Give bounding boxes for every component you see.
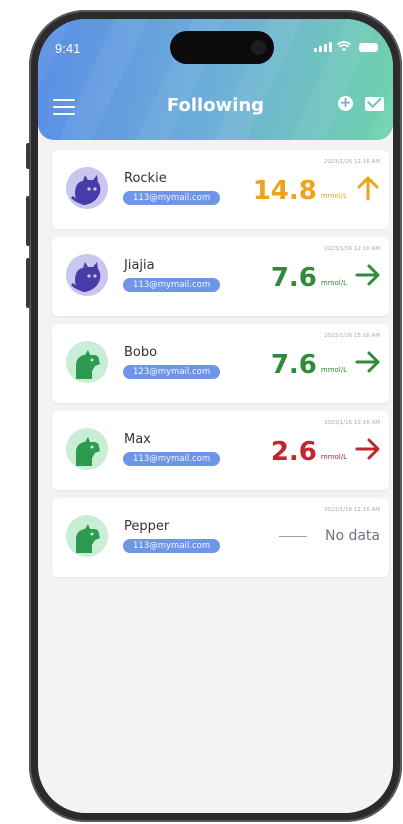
follower-name: Pepper (124, 519, 170, 534)
reading-timestamp: 2023/1/16 12:16 AM (323, 246, 380, 252)
follower-card[interactable]: Jiajia 113@mymail.com 2023/1/16 12:16 AM 7.… (52, 237, 389, 316)
glucose-value: 7.6 (270, 350, 317, 380)
email-badge: 123@mymail.com (123, 365, 221, 379)
camera-icon (251, 40, 266, 55)
status-time: 9:41 (55, 41, 81, 56)
no-data-label: No data (324, 528, 380, 544)
signal-icon (314, 42, 332, 52)
dynamic-island (170, 31, 274, 64)
dog-avatar-icon (66, 515, 108, 557)
glucose-value: 2.6 (270, 437, 317, 467)
email-badge: 113@mymail.com (123, 539, 221, 553)
trend-arrow-right-icon (355, 349, 381, 379)
glucose-value: 14.8 (252, 176, 317, 206)
silent-switch (26, 143, 30, 169)
glucose-reading: 2.6 mmol/L (271, 436, 381, 466)
follower-card[interactable]: Pepper 113@mymail.com 2023/1/16 12:16 AM No… (52, 498, 389, 577)
follower-name: Rockie (124, 171, 167, 186)
no-data-dash (278, 535, 307, 537)
cat-avatar-icon (66, 254, 108, 296)
trend-arrow-up-icon (355, 175, 381, 205)
volume-up-button (26, 196, 30, 246)
dog-avatar-icon (66, 341, 108, 383)
email-badge: 113@mymail.com (123, 452, 221, 466)
dog-avatar-icon (66, 428, 108, 470)
screen: 9:41 Following + Rockie 113@mymail.com 202… (38, 19, 393, 813)
reading-timestamp: 2023/1/16 12:16 AM (323, 159, 380, 165)
trend-arrow-right-icon (355, 436, 381, 466)
follower-card[interactable]: Bobo 123@mymail.com 2023/1/16 15:16 AM 7.6 m… (52, 324, 389, 403)
trend-arrow-right-icon (355, 262, 381, 292)
follower-name: Jiajia (124, 258, 155, 273)
glucose-reading: 14.8 mmol/L (253, 175, 381, 205)
wifi-icon (337, 41, 351, 52)
reading-timestamp: 2023/1/16 15:16 AM (323, 333, 380, 339)
cat-avatar-icon (66, 167, 108, 209)
status-icons (314, 41, 378, 52)
volume-down-button (26, 258, 30, 308)
follower-name: Bobo (124, 345, 158, 360)
add-icon[interactable]: + (338, 96, 353, 111)
battery-icon (359, 43, 378, 52)
header: 9:41 Following + (38, 19, 393, 140)
reading-timestamp: 2023/1/16 12:16 AM (323, 420, 380, 426)
mail-icon[interactable] (365, 97, 384, 111)
glucose-reading: 7.6 mmol/L (271, 349, 381, 379)
reading-timestamp: 2023/1/16 12:16 AM (323, 507, 380, 513)
glucose-reading: 7.6 mmol/L (271, 262, 381, 292)
email-badge: 113@mymail.com (123, 191, 221, 205)
follower-card[interactable]: Max 113@mymail.com 2023/1/16 12:16 AM 2.6 mm… (52, 411, 389, 490)
glucose-value: 7.6 (270, 263, 317, 293)
glucose-unit: mmol/L (320, 279, 347, 287)
email-badge: 113@mymail.com (123, 278, 221, 292)
follower-card[interactable]: Rockie 113@mymail.com 2023/1/16 12:16 AM 14… (52, 150, 389, 229)
glucose-unit: mmol/L (320, 366, 347, 374)
no-data: No data (278, 528, 380, 544)
glucose-unit: mmol/L (320, 192, 347, 200)
follower-name: Max (124, 432, 151, 447)
following-list: Rockie 113@mymail.com 2023/1/16 12:16 AM 14… (52, 150, 389, 585)
glucose-unit: mmol/L (320, 453, 347, 461)
